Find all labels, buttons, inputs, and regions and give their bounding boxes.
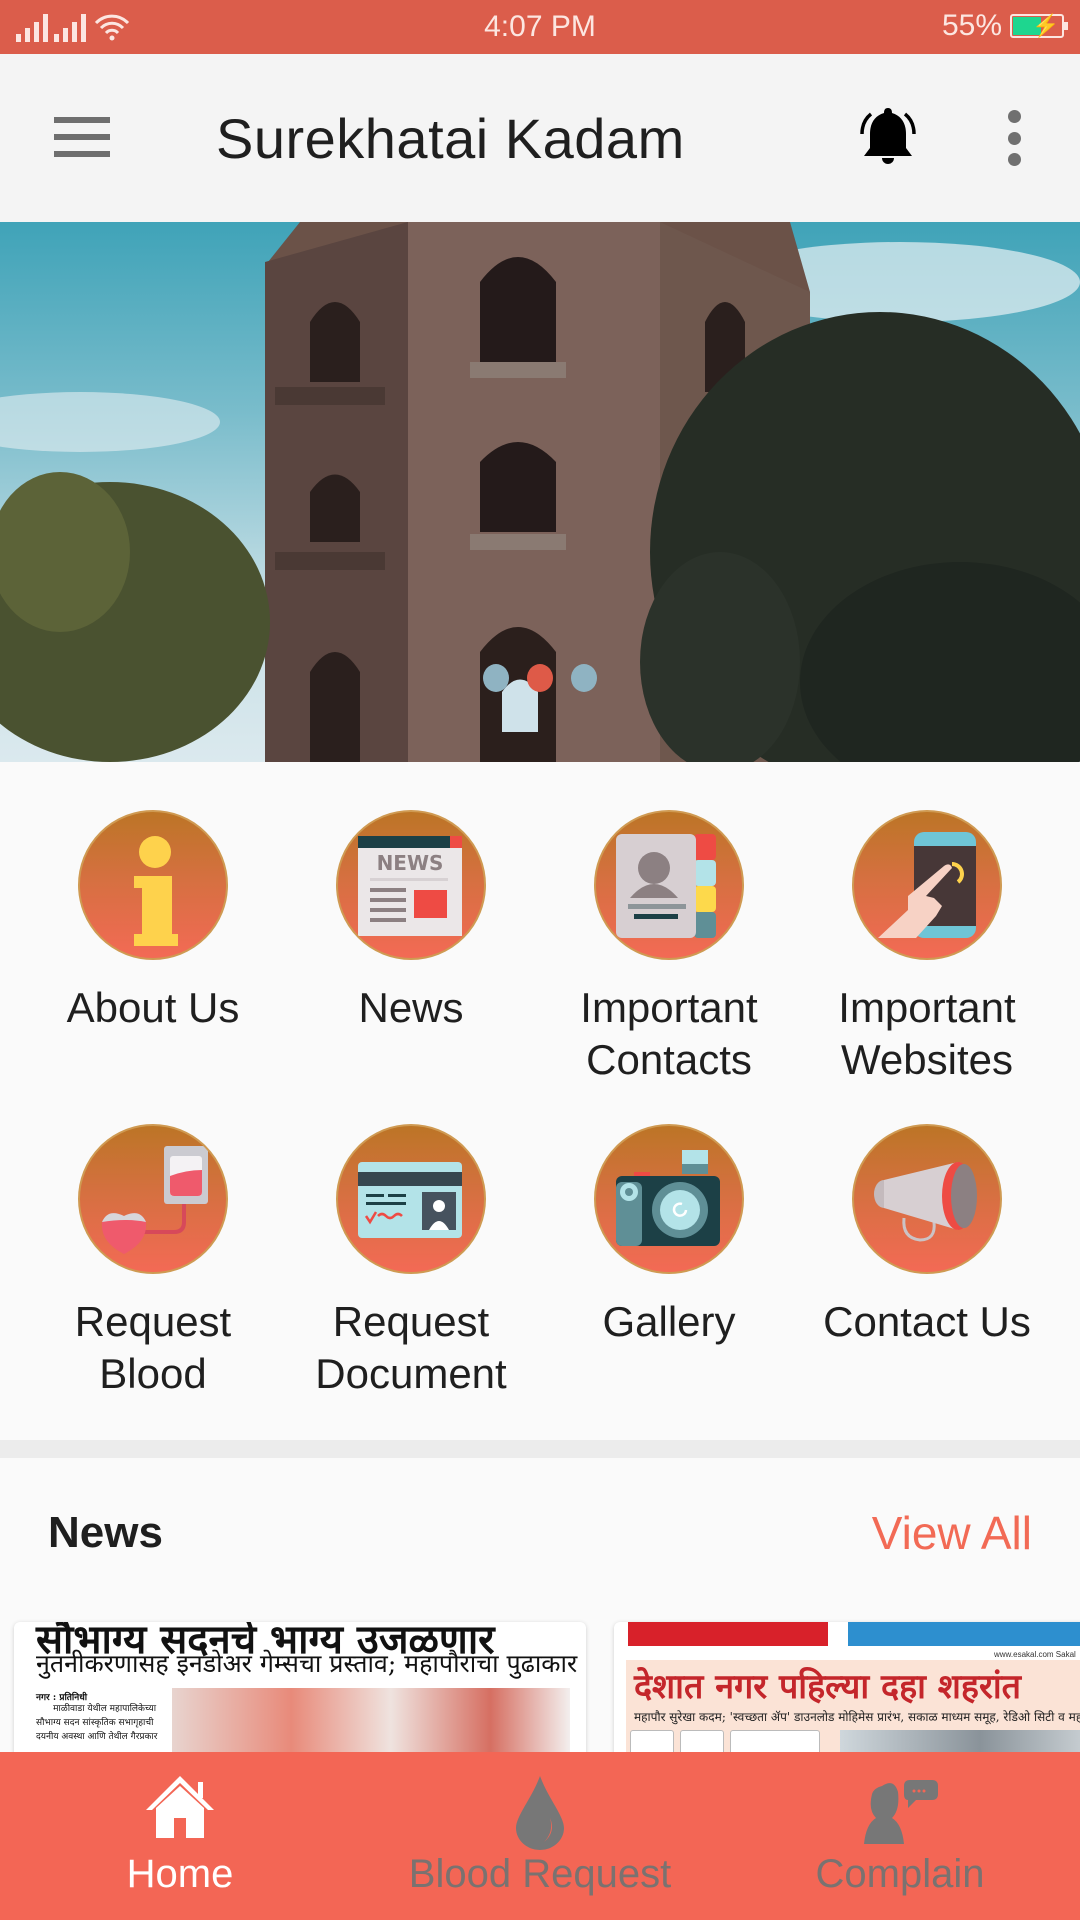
nav-home[interactable]: Home — [0, 1752, 360, 1920]
news-section-header: News View All — [0, 1458, 1080, 1618]
info-icon — [78, 810, 228, 960]
tile-important-contacts[interactable]: Important Contacts — [540, 810, 798, 1086]
person-speech-icon — [864, 1780, 938, 1844]
camera-icon — [594, 1124, 744, 1274]
tile-label: About Us — [66, 984, 240, 1031]
news-card[interactable]: सौभाग्य सदनचे भाग्य उजळणार नुतनीकरणासह इ… — [14, 1622, 586, 1752]
news-card[interactable]: www.esakal.com Sakal देशात नगर पहिल्या द… — [614, 1622, 1080, 1752]
tile-label: News — [358, 984, 464, 1031]
blood-drop-icon — [516, 1776, 564, 1850]
nav-complain[interactable]: Complain — [720, 1752, 1080, 1920]
status-time: 4:07 PM — [484, 10, 596, 43]
view-all-link[interactable]: View All — [872, 1506, 1032, 1560]
news-section-title: News — [48, 1508, 163, 1557]
carousel-dot-1[interactable] — [483, 664, 509, 692]
app-title: Surekhatai Kadam — [216, 107, 685, 170]
tile-label: Contact Us — [823, 1298, 1031, 1345]
carousel-dot-2-active[interactable] — [527, 664, 553, 692]
status-right: 55% ⚡ — [941, 9, 1068, 43]
blood-bag-icon — [78, 1124, 228, 1274]
app-bar: Surekhatai Kadam — [0, 54, 1080, 222]
nav-label: Blood Request — [408, 1852, 672, 1896]
news-subheadline: नुतनीकरणासह इनडोअर गेम्सचा प्रस्ताव; महा… — [36, 1649, 578, 1678]
tile-important-websites[interactable]: Important Websites — [798, 810, 1056, 1086]
news-photo — [172, 1688, 570, 1752]
battery-charging-icon: ⚡ — [1010, 13, 1068, 38]
tile-label: Gallery — [602, 1298, 736, 1345]
nav-label: Home — [126, 1852, 234, 1896]
home-icon — [146, 1776, 214, 1838]
status-bar: 4:07 PM 55% ⚡ — [0, 0, 1080, 54]
nav-label: Complain — [815, 1852, 985, 1896]
news-source-url: www.esakal.com Sakal — [994, 1650, 1076, 1659]
tile-label: Request Document — [315, 1298, 507, 1397]
more-vert-icon[interactable] — [1000, 110, 1028, 166]
tile-gallery[interactable]: Gallery — [540, 1124, 798, 1348]
carousel-indicator — [0, 664, 1080, 692]
battery-percent: 55% — [941, 9, 1002, 42]
contact-book-icon — [594, 810, 744, 960]
bottom-navigation: Home Blood Request Complain — [0, 1752, 1080, 1920]
tile-contact-us[interactable]: Contact Us — [798, 1124, 1056, 1348]
newspaper-masthead — [628, 1622, 828, 1646]
tile-request-blood[interactable]: Request Blood — [24, 1124, 282, 1400]
news-logo — [730, 1730, 820, 1752]
tile-label: Request Blood — [74, 1298, 232, 1397]
svg-text:NEWS: NEWS — [377, 851, 444, 875]
id-card-icon — [336, 1124, 486, 1274]
touch-phone-icon — [852, 810, 1002, 960]
section-divider — [0, 1440, 1080, 1458]
menu-grid: About Us NEWS News Important Contacts Im… — [0, 762, 1080, 1440]
charging-bolt-icon: ⚡ — [1032, 13, 1060, 38]
news-body: माळीवाडा येथील महापालिकेच्या सौभाग्य सदन… — [36, 1704, 158, 1742]
tile-label: Important Contacts — [580, 984, 758, 1083]
news-carousel[interactable]: सौभाग्य सदनचे भाग्य उजळणार नुतनीकरणासह इ… — [0, 1618, 1080, 1752]
nav-blood-request[interactable]: Blood Request — [360, 1752, 720, 1920]
news-headline: देशात नगर पहिल्या दहा शहरांत — [634, 1667, 1022, 1707]
newspaper-banner — [848, 1622, 1080, 1646]
news-logo — [680, 1730, 724, 1752]
news-logo — [630, 1730, 674, 1752]
megaphone-icon — [852, 1124, 1002, 1274]
news-photo — [840, 1730, 1080, 1752]
hero-carousel[interactable] — [0, 222, 1080, 762]
news-subheadline: महापौर सुरेखा कदम; 'स्वच्छता ॲप' डाउनलोड… — [634, 1710, 1080, 1724]
notification-bell-icon[interactable] — [852, 104, 924, 174]
tile-label: Important Websites — [838, 984, 1016, 1083]
tile-about-us[interactable]: About Us — [24, 810, 282, 1034]
tile-news[interactable]: NEWS News — [282, 810, 540, 1034]
tile-request-document[interactable]: Request Document — [282, 1124, 540, 1400]
carousel-dot-3[interactable] — [571, 664, 597, 692]
menu-icon[interactable] — [54, 117, 110, 157]
newspaper-icon: NEWS — [336, 810, 486, 960]
